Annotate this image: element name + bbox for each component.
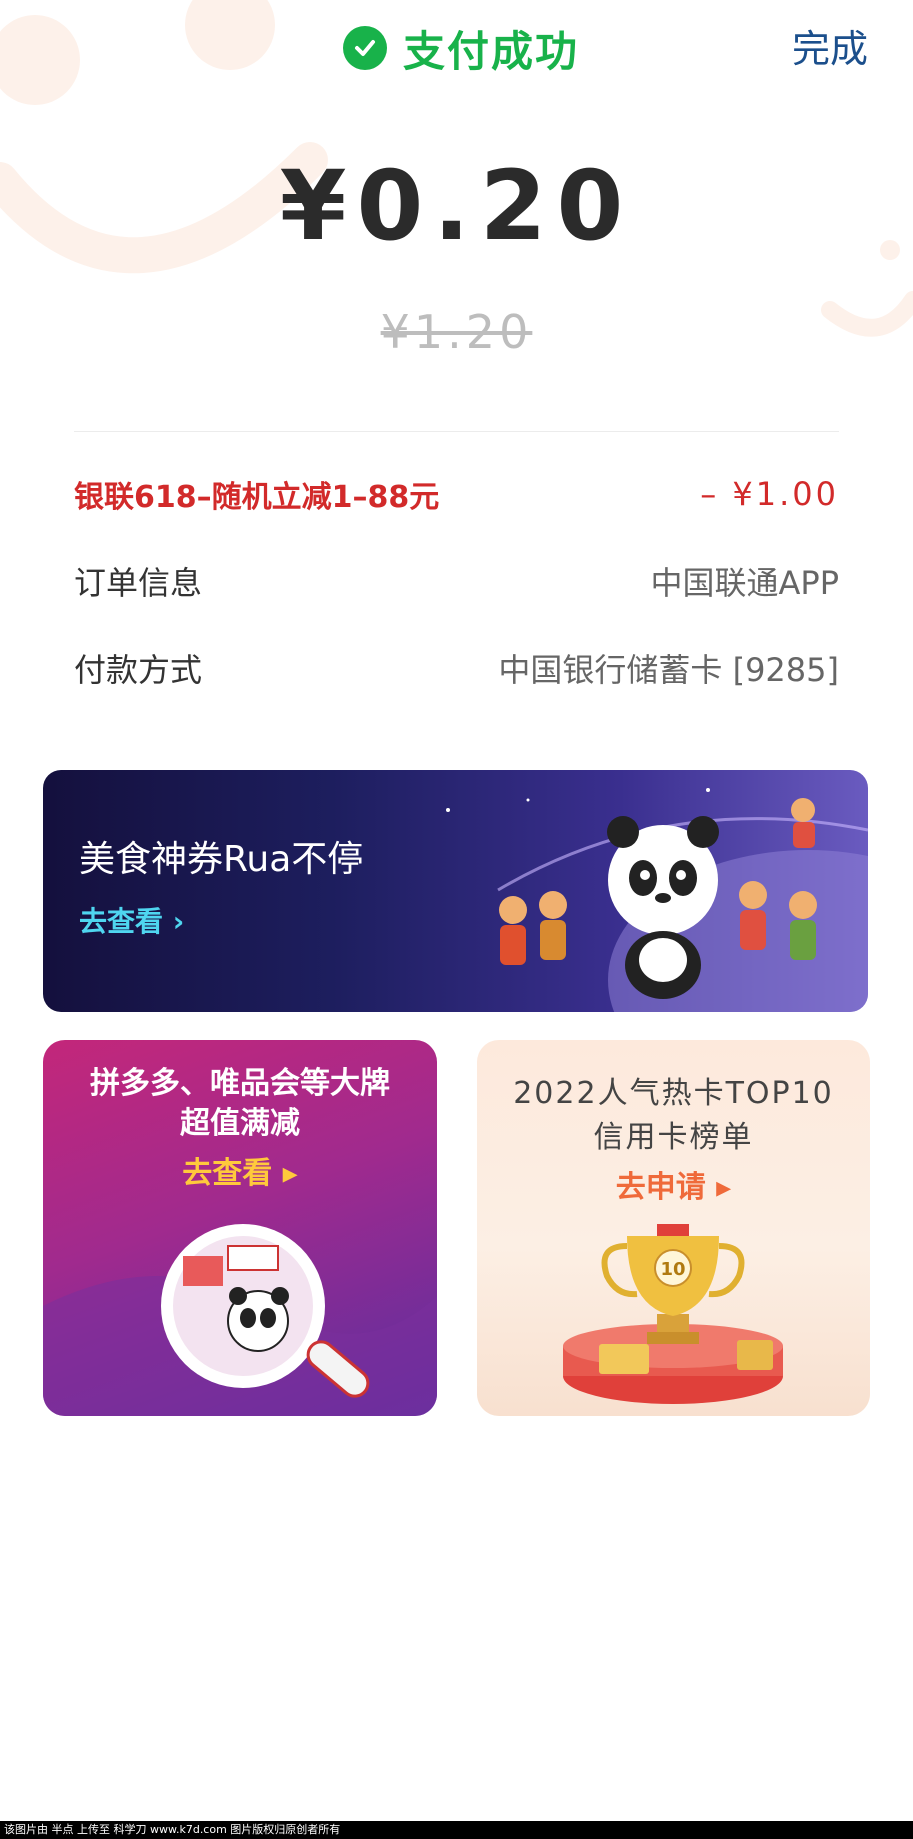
banner-title: 美食神券Rua不停: [79, 839, 364, 880]
discount-row: 银联618–随机立减1–88元 – ¥1.00: [74, 469, 839, 519]
trophy-icon: 10: [563, 1224, 783, 1404]
card-left-line1: 拼多多、唯品会等大牌: [90, 1066, 390, 1101]
magnifier-illustration: [43, 1224, 437, 1416]
watermark-footer: 该图片由 半点 上传至 科学刀 www.k7d.com 图片版权归原创者所有: [0, 1821, 913, 1839]
divider: [74, 431, 839, 432]
promo-card-credit-cards[interactable]: 2022人气热卡TOP10 信用卡榜单 去申请 ▸ 10: [477, 1040, 870, 1416]
payment-method-label: 付款方式: [74, 651, 203, 689]
discount-label: 银联618–随机立减1–88元: [74, 480, 440, 515]
svg-text:10: 10: [660, 1259, 685, 1280]
done-button[interactable]: 完成: [792, 18, 868, 73]
payment-method-value: 中国银行储蓄卡 [9285]: [498, 651, 839, 689]
card-left-line2: 超值满减: [180, 1106, 300, 1141]
header: 支付成功 完成: [0, 0, 913, 100]
card-right-line1: 2022人气热卡TOP10: [513, 1076, 834, 1111]
order-info-label: 订单信息: [74, 564, 203, 602]
discount-value: – ¥1.00: [700, 475, 839, 513]
payment-status: 支付成功: [343, 20, 579, 76]
paid-amount: ¥0.20: [279, 150, 634, 262]
promo-card-merchants[interactable]: 拼多多、唯品会等大牌 超值满减 去查看 ▸: [43, 1040, 437, 1416]
panda-mascot: [446, 788, 868, 1012]
payment-method-row: 付款方式 中国银行储蓄卡 [9285]: [74, 643, 839, 693]
original-amount: ¥1.20: [380, 305, 533, 359]
status-text: 支付成功: [403, 26, 580, 76]
food-coupon-banner[interactable]: 美食神券Rua不停 去查看 ›: [43, 770, 868, 1012]
banner-link[interactable]: 去查看 ›: [79, 900, 184, 940]
card-right-line2: 信用卡榜单: [593, 1120, 754, 1155]
order-info-row: 订单信息 中国联通APP: [74, 556, 839, 606]
card-right-cta[interactable]: 去申请 ▸: [477, 1162, 870, 1206]
check-icon: [343, 26, 387, 70]
order-info-value: 中国联通APP: [650, 564, 840, 602]
